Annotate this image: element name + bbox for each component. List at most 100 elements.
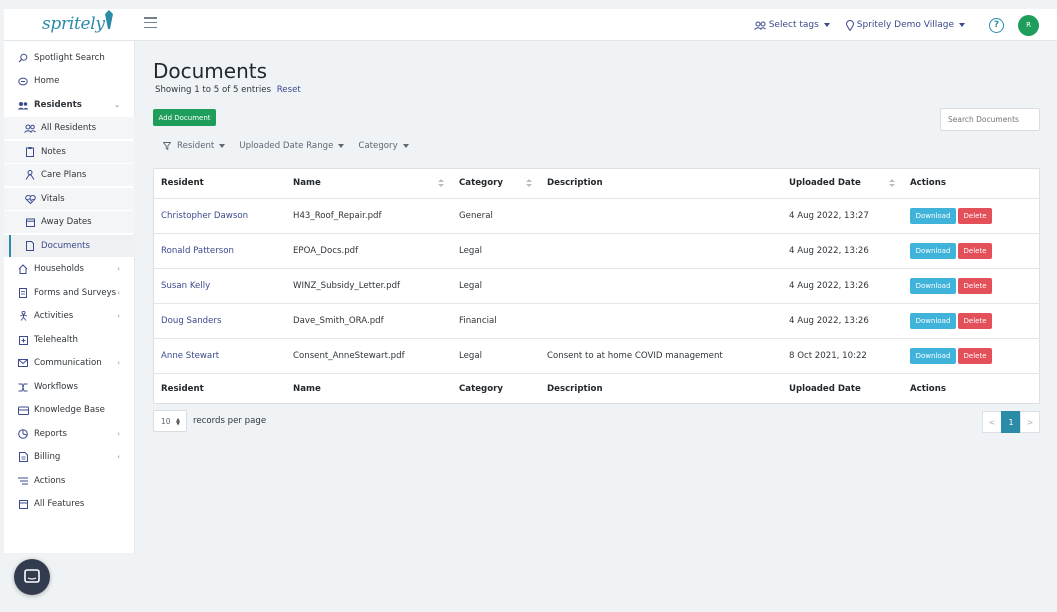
document-name: Consent_AnneStewart.pdf [286,338,452,375]
page-title: Documents [153,59,268,83]
sidebar-item-all-residents[interactable]: All Residents [4,117,135,139]
logo-pen-icon [104,10,113,29]
document-description: Consent to at home COVID management [540,338,782,375]
sidebar-item-label: Residents [34,100,82,110]
column-header-uploaded-date[interactable]: Uploaded Date [782,169,903,199]
workflow-icon [17,381,29,393]
sidebar-item-workflows[interactable]: Workflows [4,376,135,398]
sidebar-item-away-dates[interactable]: Away Dates [4,211,135,233]
sidebar-item-telehealth[interactable]: Telehealth [4,329,135,351]
sidebar-item-forms-and-surveys[interactable]: Forms and Surveys ‹ [4,282,135,304]
sidebar-item-vitals[interactable]: Vitals [4,188,135,210]
resident-filter[interactable]: Resident [163,141,226,151]
resident-link[interactable]: Susan Kelly [154,268,286,305]
facility-dropdown[interactable]: Spritely Demo Village [845,19,965,31]
sort-icon [438,179,444,188]
sidebar-item-residents[interactable]: Residents ⌄ [4,94,135,116]
chevron-down-icon [823,23,830,27]
chat-icon [24,569,40,583]
category-filter[interactable]: Category [358,141,409,151]
download-button[interactable]: Download [910,207,956,224]
sidebar-item-care-plans[interactable]: Care Plans [4,164,135,186]
add-document-button[interactable]: Add Document [153,109,216,126]
uploaded-date-range-filter[interactable]: Uploaded Date Range [239,141,345,151]
logo-text: spritely [42,14,105,34]
document-description [540,233,782,269]
sidebar-item-all-features[interactable]: All Features [4,493,135,515]
filter-icon [163,142,171,150]
uploaded-date: 4 Aug 2022, 13:26 [782,303,903,340]
document-category: Legal [452,338,540,375]
house-icon [17,263,29,275]
uploaded-date-range-label: Uploaded Date Range [239,141,334,151]
sidebar-item-billing[interactable]: Billing ‹ [4,446,135,468]
people-icon [24,122,36,134]
documents-table: Resident Name Category Description Uploa… [153,168,1041,404]
sidebar-item-activities[interactable]: Activities ‹ [4,305,135,327]
table-footer-row: Resident Name Category Description Uploa… [154,374,1041,403]
pagination-next[interactable]: > [1020,411,1040,433]
row-actions: Download Delete [903,198,1041,234]
sidebar-item-households[interactable]: Households ‹ [4,258,135,280]
resident-link[interactable]: Ronald Patterson [154,233,286,269]
delete-button[interactable]: Delete [958,348,992,365]
sidebar-item-reports[interactable]: Reports ‹ [4,423,135,445]
table-row: Doug Sanders Dave_Smith_ORA.pdf Financia… [154,303,1041,340]
resident-link[interactable]: Doug Sanders [154,303,286,340]
sidebar-item-actions[interactable]: Actions [4,470,135,492]
delete-button[interactable]: Delete [958,242,992,259]
column-header-name[interactable]: Name [286,169,452,199]
reset-link[interactable]: Reset [277,85,301,95]
table-row: Anne Stewart Consent_AnneStewart.pdf Leg… [154,338,1041,375]
download-button[interactable]: Download [910,242,956,259]
search-input[interactable] [940,108,1040,131]
footer-header-resident: Resident [161,383,204,394]
chevron-left-icon: ‹ [117,430,120,438]
column-header-category[interactable]: Category [452,169,540,199]
document-description [540,198,782,234]
download-button[interactable]: Download [910,277,956,294]
sidebar-item-spotlight-search[interactable]: Spotlight Search [4,47,135,69]
sidebar-item-notes[interactable]: Notes [4,141,135,163]
updown-arrows-icon: ▲ ▼ [176,417,180,427]
chevron-down-icon [338,144,345,148]
column-header-description[interactable]: Description [540,169,782,199]
uploaded-date: 4 Aug 2022, 13:27 [782,198,903,234]
sidebar-item-home[interactable]: Home [4,70,135,92]
sidebar-item-label: Reports [34,429,67,439]
resident-link[interactable]: Christopher Dawson [154,198,286,234]
footer-header-uploaded-date: Uploaded Date [789,383,861,394]
uploaded-date: 8 Oct 2021, 10:22 [782,338,903,375]
spritely-logo[interactable]: spritely [42,10,115,37]
pagination-prev[interactable]: < [982,411,1002,433]
per-page-select[interactable]: 10 ▲ ▼ [153,410,187,432]
help-icon[interactable]: ? [989,17,1004,33]
sidebar-item-documents[interactable]: Documents [4,235,135,257]
menu-toggle-icon[interactable] [144,17,157,29]
row-actions: Download Delete [903,303,1041,340]
features-icon [17,498,29,510]
download-button[interactable]: Download [910,313,956,330]
download-button[interactable]: Download [910,348,956,365]
delete-button[interactable]: Delete [958,277,992,294]
column-header-name-label: Name [293,178,321,189]
row-actions: Download Delete [903,233,1041,269]
select-tags-dropdown[interactable]: Select tags [753,20,830,30]
document-description [540,268,782,305]
chat-launcher-button[interactable] [14,559,50,595]
delete-button[interactable]: Delete [958,207,992,224]
column-header-resident[interactable]: Resident [154,169,286,199]
resident-link[interactable]: Anne Stewart [154,338,286,375]
avatar[interactable]: R [1018,14,1039,36]
sidebar-item-label: All Residents [41,123,97,133]
sidebar-item-knowledge-base[interactable]: Knowledge Base [4,399,135,421]
telehealth-icon [17,334,29,346]
select-tags-label: Select tags [768,20,819,30]
delete-button[interactable]: Delete [958,313,992,330]
document-name: Dave_Smith_ORA.pdf [286,303,452,340]
chevron-down-icon: ⌄ [114,101,120,109]
pagination-page-1[interactable]: 1 [1001,411,1021,433]
sidebar-item-label: Home [34,76,60,86]
sidebar-item-label: Away Dates [41,217,92,227]
sidebar-item-communication[interactable]: Communication ‹ [4,352,135,374]
